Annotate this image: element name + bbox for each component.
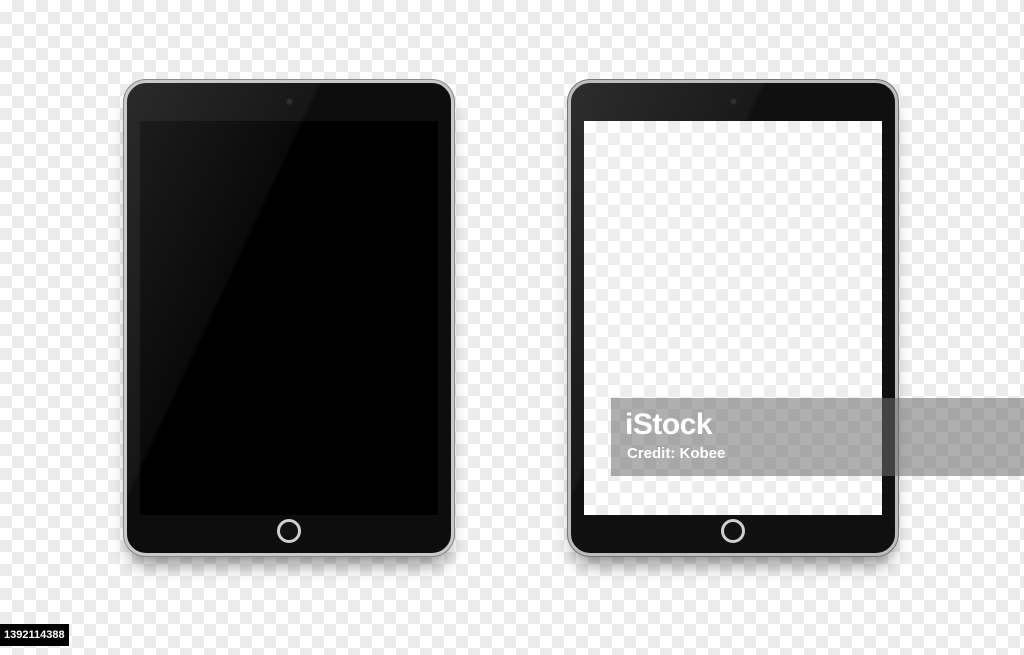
- stock-id-label: 1392114388: [0, 624, 69, 646]
- watermark-logo: iStock: [625, 408, 713, 441]
- home-button-icon: [277, 519, 301, 543]
- tablet-dark-screen: [124, 80, 454, 556]
- tablet-transparent-screen: [568, 80, 898, 556]
- home-button-icon: [721, 519, 745, 543]
- watermark-credit: Credit: Kobee: [627, 445, 726, 462]
- camera-icon: [729, 98, 737, 105]
- camera-icon: [285, 98, 293, 105]
- stock-watermark: iStock Credit: Kobee: [611, 398, 1024, 476]
- tablet-screen-dark: [140, 121, 438, 515]
